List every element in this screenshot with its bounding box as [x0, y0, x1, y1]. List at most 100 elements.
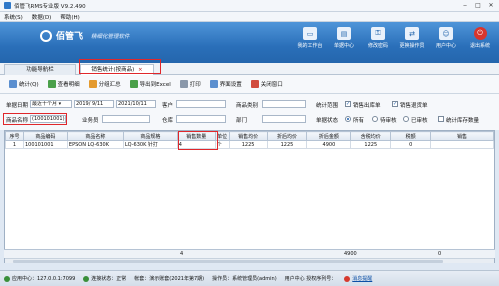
horizontal-scrollbar[interactable]: [5, 258, 494, 263]
minimize-button[interactable]: ‒: [460, 1, 470, 10]
print-button[interactable]: 打印: [177, 78, 204, 90]
col-header[interactable]: 折后均价: [266, 131, 308, 141]
stats-button[interactable]: 统计(Q): [6, 78, 42, 90]
warehouse-label: 仓库: [162, 118, 174, 124]
results-table: 序号 商品编码 商品名称 商品规格 销售数量 单位 销售均价 折后均价 折后金额…: [5, 131, 494, 149]
brand-logo: 佰管飞 精细化管理软件: [40, 29, 130, 42]
total-qty: 4: [180, 251, 184, 257]
stat-scope-label: 统计范围: [316, 103, 339, 109]
table-row[interactable]: 1 100101001 EPSON LQ-630K LQ-630K 针打 4 个…: [5, 140, 494, 149]
date-from-field[interactable]: 2019/ 9/11: [74, 100, 114, 108]
scrollbar-thumb[interactable]: [13, 260, 443, 263]
col-header[interactable]: 含税均价: [350, 131, 392, 141]
cell: LQ-630K 针打: [122, 140, 178, 149]
folder-icon: ▤: [337, 27, 351, 40]
exit-button[interactable]: ⏻ 退出系统: [465, 27, 495, 49]
total-amount: 4900: [344, 251, 357, 257]
status-all-radio[interactable]: [345, 116, 351, 122]
menu-bar: 系统(S) 数据(D) 帮助(H): [0, 12, 499, 22]
highlight-tab: [79, 59, 161, 74]
app-center-status: 应用中心：127.0.0.1:7099: [4, 275, 75, 282]
toolbar: 统计(Q) 查看明细 分组汇总 导出到Excel 打印 界面设置 关闭窗口: [0, 75, 499, 94]
view-detail-button[interactable]: 查看明细: [45, 78, 83, 90]
stock-qty-label: 统计库存数量: [446, 118, 480, 124]
brand-name: 佰管飞: [56, 32, 84, 42]
department-label: 部门: [236, 118, 248, 124]
customer-input[interactable]: [176, 100, 226, 108]
maximize-button[interactable]: □: [473, 1, 483, 10]
col-header[interactable]: 序号: [5, 131, 24, 141]
col-header[interactable]: 商品名称: [66, 131, 124, 141]
status-pending-label: 待审核: [380, 118, 397, 124]
operator-info: 操作员：系统管理员(admin): [212, 276, 277, 282]
chevron-down-icon: ▾: [58, 101, 62, 107]
header-buttons: ▭ 我的工作台 ▤ 单据中心 ⚿ 修改密码 ⇄ 更换操作员 ☺ 用户中心 ⏻ 退…: [295, 27, 495, 49]
product-input[interactable]: (100101001)EPSO: [30, 115, 66, 123]
department-input[interactable]: [262, 115, 306, 123]
status-approved-radio[interactable]: [403, 116, 409, 122]
connection-status: 连接状态：正常: [83, 275, 126, 282]
menu-help[interactable]: 帮助(H): [60, 13, 79, 21]
col-header[interactable]: 商品规格: [122, 131, 178, 141]
export-excel-button[interactable]: 导出到Excel: [127, 78, 174, 90]
cell: 100101001: [22, 140, 68, 149]
sales-return-label: 销售退货单: [400, 103, 428, 109]
menu-system[interactable]: 系统(S): [4, 13, 23, 21]
sales-out-label: 销售出库单: [353, 103, 381, 109]
monitor-icon: ▭: [303, 27, 317, 40]
salesman-input[interactable]: [102, 115, 150, 123]
table-header-row: 序号 商品编码 商品名称 商品规格 销售数量 单位 销售均价 折后均价 折后金额…: [5, 131, 494, 141]
col-header[interactable]: 商品编码: [22, 131, 68, 141]
results-grid: 序号 商品编码 商品名称 商品规格 销售数量 单位 销售均价 折后均价 折后金额…: [4, 130, 495, 263]
stock-qty-checkbox[interactable]: [438, 116, 444, 122]
switch-operator-button[interactable]: ⇄ 更换操作员: [397, 27, 427, 49]
sales-out-checkbox[interactable]: ✓: [345, 101, 351, 107]
account-set: 帐套：演示账套(2021年第7期): [134, 276, 205, 282]
window-title: 佰管飞RMS专业版 V9.2.490: [14, 3, 86, 10]
document-center-button[interactable]: ▤ 单据中心: [329, 27, 359, 49]
ui-settings-button[interactable]: 界面设置: [207, 78, 245, 90]
cell: [430, 140, 494, 149]
excel-icon: [129, 80, 138, 88]
stats-icon: [9, 80, 17, 88]
warehouse-input[interactable]: [176, 115, 226, 123]
tab-strip: 功能导航栏 销售统计(按商品) ×: [0, 59, 499, 75]
salesman-label: 业务员: [82, 118, 99, 124]
cell: 4900: [306, 140, 352, 149]
message-link[interactable]: 消息提醒: [344, 275, 372, 282]
date-range-select[interactable]: 最近十个月 ▾: [30, 100, 72, 108]
col-header[interactable]: 税额: [390, 131, 432, 141]
print-icon: [179, 80, 188, 88]
tab-navigation[interactable]: 功能导航栏: [4, 64, 76, 75]
col-header[interactable]: 销售均价: [228, 131, 268, 141]
total-tax: 0: [438, 251, 442, 257]
window-controls: ‒ □ ✕: [460, 1, 496, 10]
cell: 1225: [350, 140, 392, 149]
menu-data[interactable]: 数据(D): [32, 13, 52, 21]
user-center-button[interactable]: ☺ 用户中心: [431, 27, 461, 49]
filter-row-1: 单据日期 最近十个月 ▾ 2019/ 9/11 2021/10/11 客户 商品…: [0, 100, 499, 110]
col-header[interactable]: 销售: [430, 131, 494, 141]
cell: EPSON LQ-630K: [66, 140, 124, 149]
workbench-button[interactable]: ▭ 我的工作台: [295, 27, 325, 49]
change-password-button[interactable]: ⚿ 修改密码: [363, 27, 393, 49]
status-approved-label: 已审核: [411, 118, 428, 124]
message-icon: [344, 275, 351, 282]
close-window-button[interactable]: 关闭窗口: [248, 78, 286, 90]
close-button[interactable]: ✕: [486, 1, 496, 10]
date-to-field[interactable]: 2021/10/11: [116, 100, 156, 108]
users-icon: ☺: [439, 27, 453, 40]
connection-icon: [83, 275, 90, 282]
category-input[interactable]: [262, 100, 306, 108]
group-summary-button[interactable]: 分组汇总: [86, 78, 124, 90]
filter-row-2: 商品名称 (100101001)EPSO 业务员 仓库 部门 单据状态 所有 待…: [0, 113, 499, 125]
sales-return-checkbox[interactable]: ✓: [392, 101, 398, 107]
title-bar: 佰管飞RMS专业版 V9.2.490 ‒ □ ✕: [0, 0, 499, 12]
cell: 1225: [228, 140, 268, 149]
close-window-icon: [250, 80, 259, 88]
status-bar: 应用中心：127.0.0.1:7099 连接状态：正常 帐套：演示账套(2021…: [0, 270, 499, 286]
category-label: 商品类别: [236, 103, 259, 109]
doc-status-label: 单据状态: [316, 118, 339, 124]
status-pending-radio[interactable]: [372, 116, 378, 122]
col-header[interactable]: 折后金额: [306, 131, 352, 141]
